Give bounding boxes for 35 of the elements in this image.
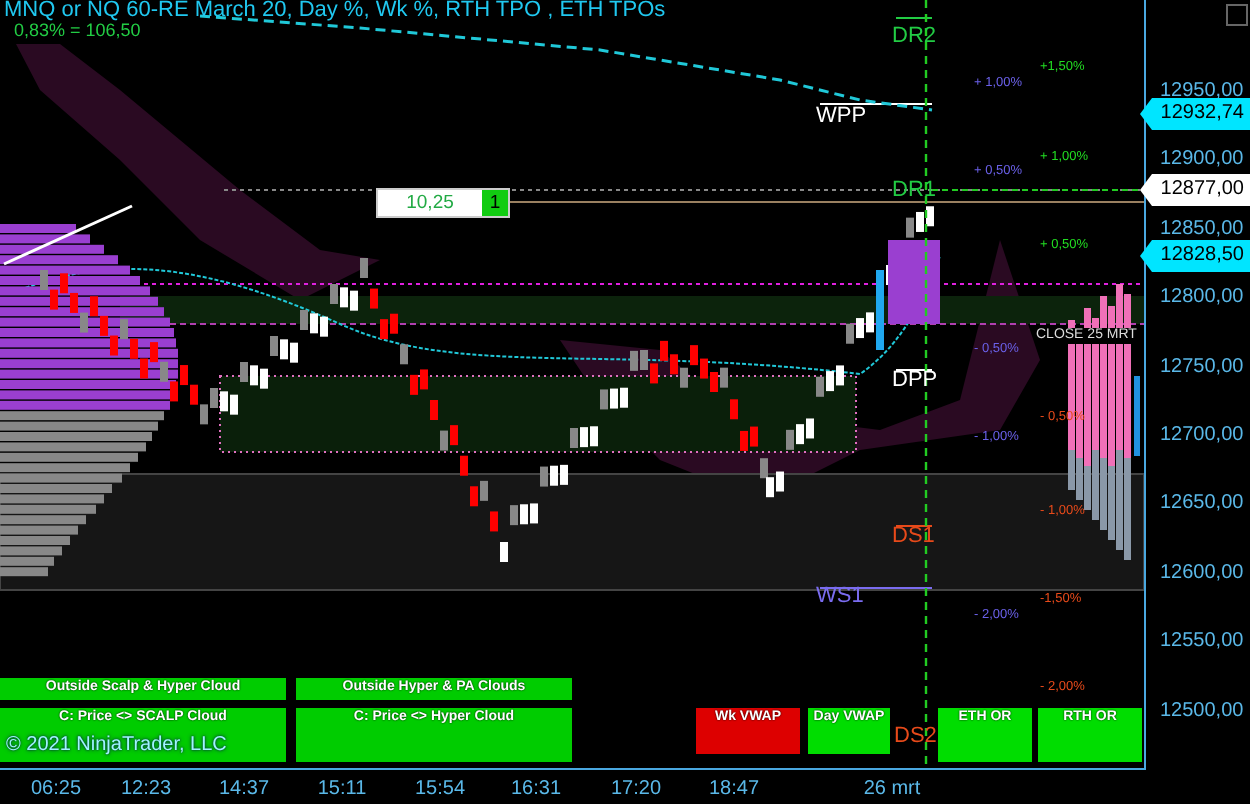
range-value: 10,25: [404, 190, 456, 216]
axis-tick-label: 12950,00: [1160, 78, 1244, 104]
day-change-text: 0,83% = 106,50: [14, 20, 141, 40]
copyright-text: © 2021 NinjaTrader, LLC: [6, 734, 227, 756]
pivot-label: WPP: [816, 104, 867, 128]
axis-tick-label: 12500,00: [1160, 697, 1244, 726]
axis-tick-label: 12550,00: [1160, 628, 1244, 657]
pivot-label: DR2: [892, 24, 937, 48]
axis-tick-label: 14:37: [216, 778, 272, 800]
axis-tick-label: 12900,00: [1160, 146, 1244, 175]
price-tag: 12877,00: [1140, 174, 1250, 206]
axis-tick-label: 17:20: [608, 778, 664, 800]
axis-tick-label: 18:47: [706, 778, 762, 800]
axis-tick-label: 12850,00: [1160, 215, 1244, 244]
trend-line: [3, 204, 133, 266]
axis-tick-label: 15:54: [412, 778, 468, 800]
axis-tick-label: 12600,00: [1160, 559, 1244, 588]
axis-tick-label: 12800,00: [1160, 284, 1244, 313]
price-tag: 12932,74: [1140, 98, 1250, 130]
pivot-label: DS2: [894, 724, 937, 748]
brick-count: 1: [482, 190, 508, 216]
pivot-label: DS1: [892, 524, 935, 548]
axis-tick-label: 06:25: [28, 778, 84, 800]
axis-tick-label: 12750,00: [1160, 353, 1244, 382]
axis-tick-label: 26 mrt: [861, 778, 923, 800]
axis-tick-label: 12:23: [118, 778, 174, 800]
axis-tick-label: 15:11: [315, 778, 369, 800]
pivot-label: DPP: [892, 368, 938, 392]
axis-tick-label: 12700,00: [1160, 422, 1244, 450]
axis-tick-label: 16:31: [508, 778, 564, 800]
price-tag: 12828,50: [1140, 240, 1250, 272]
pivot-label: DR1: [892, 178, 937, 202]
panel-toggle[interactable]: [1226, 4, 1248, 26]
axis-tick-label: 12650,00: [1160, 490, 1244, 519]
chart-title: MNQ or NQ 60-RE March 20, Day %, Wk %, RTH TPO , ETH TPOs: [4, 0, 666, 22]
